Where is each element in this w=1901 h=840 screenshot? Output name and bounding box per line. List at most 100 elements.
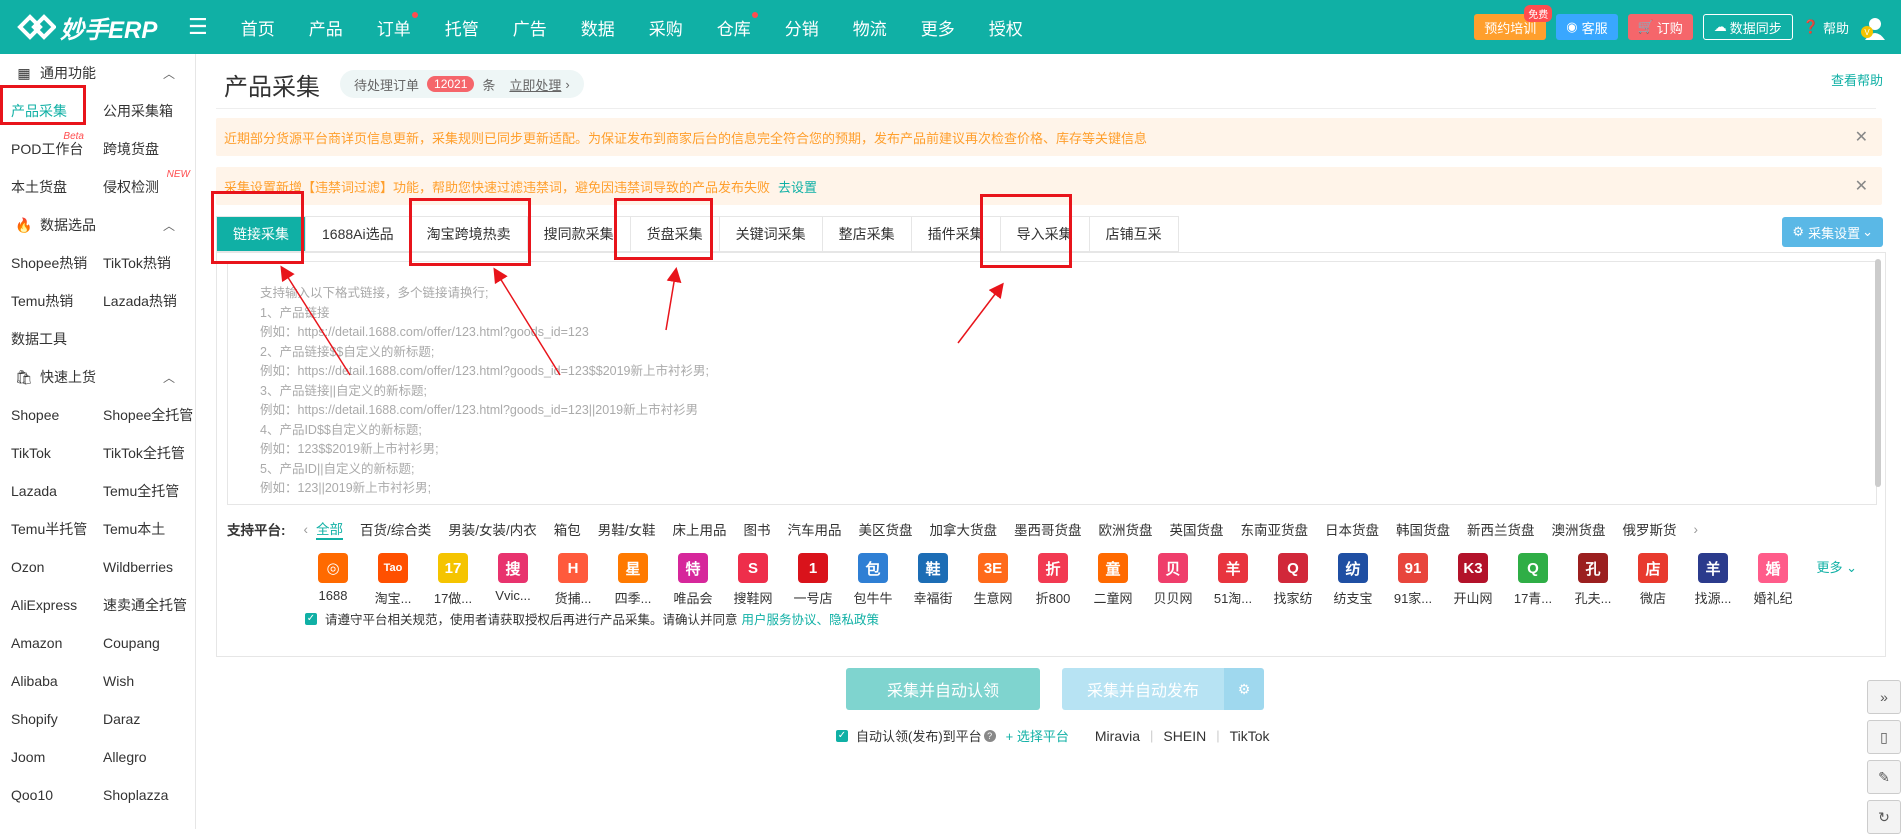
user-agreement-link[interactable]: 用户服务协议 (742, 609, 817, 628)
go-settings-link[interactable]: 去设置 (778, 177, 817, 196)
platform-item[interactable]: 羊 51淘... (1203, 553, 1263, 607)
auto-claim-checkbox[interactable]: ✓ (836, 729, 848, 742)
tab-8[interactable]: 导入采集 (1001, 217, 1090, 251)
sidebar-item[interactable]: Wildberries (92, 559, 184, 575)
service-button[interactable]: ◉ 客服 (1556, 14, 1618, 40)
nav-item-4[interactable]: 广告 (496, 15, 564, 40)
sidebar-section-0[interactable]: ▦ 通用功能 ︿ (0, 54, 195, 92)
platform-category[interactable]: 床上用品 (673, 519, 727, 539)
platform-item[interactable]: 鞋幸福街 (903, 553, 963, 607)
sidebar-item[interactable]: 产品采集 (0, 101, 92, 121)
sidebar-item[interactable]: Qoo10 (0, 787, 92, 803)
sidebar-item[interactable]: Temu半托管 (0, 519, 92, 539)
platform-category[interactable]: 英国货盘 (1170, 519, 1224, 539)
nav-item-9[interactable]: 物流 (836, 15, 904, 40)
platform-item[interactable]: 童二童网 (1083, 553, 1143, 607)
sidebar-item[interactable]: Lazada热销 (92, 291, 184, 311)
platform-category[interactable]: 箱包 (554, 519, 581, 539)
platform-item[interactable]: 包包牛牛 (843, 553, 903, 607)
nav-item-7[interactable]: 仓库 (700, 11, 768, 40)
chevron-left-icon[interactable]: ‹ (304, 522, 309, 537)
nav-item-0[interactable]: 首页 (224, 15, 292, 40)
sidebar-item[interactable]: 数据工具 (0, 329, 92, 349)
feedback-icon[interactable]: ✎ (1867, 760, 1901, 794)
tab-9[interactable]: 店铺互采 (1090, 217, 1178, 251)
platform-item[interactable]: 特唯品会 (663, 553, 723, 607)
platform-item[interactable]: 17 17做... (423, 553, 483, 607)
sidebar-item[interactable]: Lazada (0, 483, 92, 499)
sidebar-item[interactable]: Allegro (92, 749, 184, 765)
platform-category[interactable]: 欧洲货盘 (1099, 519, 1153, 539)
platform-item[interactable]: Q 17青... (1503, 553, 1563, 607)
menu-toggle-icon[interactable]: ☰ (188, 14, 208, 40)
sidebar-item[interactable]: Shopify (0, 711, 92, 727)
platform-item[interactable]: S 搜鞋网 (723, 553, 783, 607)
platform-category[interactable]: 美区货盘 (859, 519, 913, 539)
tab-2[interactable]: 淘宝跨境热卖 (411, 217, 528, 251)
sidebar-item[interactable]: Wish (92, 673, 184, 689)
platform-item[interactable]: 孔孔夫... (1563, 553, 1623, 607)
link-input-textarea[interactable]: 支持输入以下格式链接，多个链接请换行; 1、产品链接 例如：https://deta… (227, 261, 1877, 505)
select-platform-link[interactable]: + 选择平台 (1006, 726, 1069, 745)
tab-4[interactable]: 货盘采集 (631, 217, 720, 251)
collect-and-claim-button[interactable]: 采集并自动认领 (846, 668, 1040, 710)
sidebar-item[interactable]: TikTok (0, 445, 92, 461)
privacy-policy-link[interactable]: 隐私政策 (829, 609, 879, 628)
chevron-right-icon[interactable]: › (1694, 522, 1699, 537)
platform-category[interactable]: 澳洲货盘 (1552, 519, 1606, 539)
platform-category[interactable]: 墨西哥货盘 (1014, 519, 1082, 539)
chevron-up-icon[interactable]: ︿ (163, 65, 175, 82)
sidebar-item[interactable]: Daraz (92, 711, 184, 727)
collect-settings-button[interactable]: ⚙ 采集设置 ⌄ (1782, 217, 1883, 247)
tab-0[interactable]: 链接采集 (217, 217, 306, 251)
agreement-checkbox[interactable]: ✓ (305, 612, 317, 625)
question-icon[interactable]: ? (983, 729, 996, 742)
sidebar-item[interactable]: Temu本土 (92, 519, 184, 539)
platform-item[interactable]: 店微店 (1623, 553, 1683, 607)
textarea-scrollbar[interactable] (1875, 259, 1881, 487)
more-platforms-link[interactable]: 更多 ⌄ (1816, 557, 1857, 576)
sidebar-item[interactable]: Coupang (92, 635, 184, 651)
platform-category[interactable]: 男装/女装/内衣 (448, 519, 537, 539)
platform-item[interactable]: Tao 淘宝... (363, 553, 423, 607)
sidebar-item[interactable]: Shopee全托管 (92, 405, 193, 425)
sidebar-item[interactable]: Ozon (0, 559, 92, 575)
sidebar-item[interactable]: 公用采集箱 (92, 101, 184, 121)
sidebar-item[interactable]: 速卖通全托管 (92, 595, 187, 615)
view-help-link[interactable]: 查看帮助 (1831, 70, 1883, 89)
platform-category[interactable]: 加拿大货盘 (930, 519, 998, 539)
training-button[interactable]: 预约培训 免费 (1474, 5, 1553, 40)
chevron-up-icon[interactable]: ︿ (163, 369, 175, 386)
platform-item[interactable]: 1 一号店 (783, 553, 843, 607)
platform-item[interactable]: 纺纺支宝 (1323, 553, 1383, 607)
tab-6[interactable]: 整店采集 (823, 217, 912, 251)
nav-item-3[interactable]: 托管 (428, 15, 496, 40)
sidebar-section-1[interactable]: 🔥 数据选品 ︿ (0, 206, 195, 244)
platform-item[interactable]: ◎ 1688 (303, 553, 363, 607)
sidebar-item[interactable]: Temu热销 (0, 291, 92, 311)
nav-item-10[interactable]: 更多 (904, 15, 972, 40)
platform-category[interactable]: 男鞋/女鞋 (598, 519, 656, 539)
sidebar-item[interactable]: Amazon (0, 635, 92, 651)
close-icon[interactable]: ✕ (1855, 127, 1868, 147)
platform-category[interactable]: 百货/综合类 (360, 519, 431, 539)
platform-item[interactable]: 贝贝贝网 (1143, 553, 1203, 607)
collect-and-publish-button[interactable]: 采集并自动发布 (1062, 668, 1224, 710)
platform-item[interactable]: 91 91家... (1383, 553, 1443, 607)
expand-icon[interactable]: » (1867, 680, 1901, 714)
platform-category[interactable]: 韩国货盘 (1396, 519, 1450, 539)
sidebar-item[interactable]: Shopee热销 (0, 253, 92, 273)
nav-item-1[interactable]: 产品 (292, 15, 360, 40)
tab-5[interactable]: 关键词采集 (720, 217, 823, 251)
sidebar-item[interactable]: 本土货盘 (0, 177, 92, 197)
sidebar-item[interactable]: 跨境货盘 (92, 139, 184, 159)
order-button[interactable]: 🛒 订购 (1627, 14, 1693, 40)
platform-item[interactable]: 婚婚礼纪 (1743, 553, 1803, 607)
process-now-link[interactable]: 立即处理 (509, 75, 561, 94)
tab-3[interactable]: 搜同款采集 (528, 217, 631, 251)
sidebar-item[interactable]: TikTok全托管 (92, 443, 185, 463)
mobile-icon[interactable]: ▯ (1867, 720, 1901, 754)
tab-7[interactable]: 插件采集 (912, 217, 1001, 251)
tab-1[interactable]: 1688Ai选品 (306, 217, 411, 251)
avatar[interactable]: V (1861, 14, 1887, 40)
